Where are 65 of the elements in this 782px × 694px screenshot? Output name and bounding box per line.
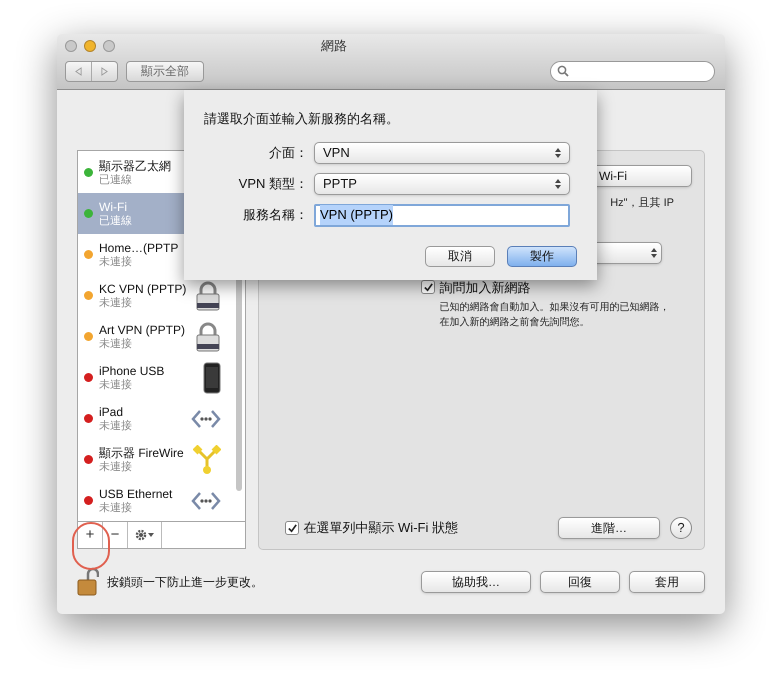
arrows-icon — [191, 408, 222, 428]
footer-button[interactable]: 回復 — [540, 571, 620, 593]
updown-icon — [555, 148, 561, 158]
zoom-button[interactable] — [103, 40, 115, 52]
service-status: 未連接 — [99, 336, 133, 350]
service-name: KC VPN (PPTP) — [99, 282, 188, 296]
ask-join-description: 已知的網路會自動加入。如果沒有可用的已知網路，在加入新的網路之前會先詢問您。 — [439, 300, 670, 330]
padlock-icon — [77, 567, 99, 597]
service-item[interactable]: KC VPN (PPTP) 未連接 — [78, 275, 246, 316]
service-name: iPad — [99, 404, 124, 418]
add-button[interactable]: + — [78, 522, 103, 548]
popup-select[interactable]: PPTP — [314, 172, 570, 194]
search-icon — [557, 65, 569, 77]
service-item[interactable]: Art VPN (PPTP) 未連接 — [78, 316, 246, 357]
close-button[interactable] — [65, 40, 77, 52]
footer-button[interactable]: 協助我… — [421, 571, 531, 593]
show-in-menu-label: 在選單列中顯示 Wi-Fi 狀態 — [303, 519, 458, 538]
service-item[interactable]: 顯示器 FireWire 未連接 — [78, 439, 246, 480]
popup-select[interactable]: VPN — [314, 142, 570, 164]
service-item[interactable]: USB Ethernet 未連接 — [78, 480, 246, 521]
search-field[interactable] — [550, 60, 715, 82]
service-name-field[interactable]: VPN (PPTP) — [314, 204, 570, 226]
service-status: 未連接 — [99, 254, 133, 268]
minimize-button[interactable] — [84, 40, 96, 52]
sheet-button[interactable]: 製作 — [507, 246, 577, 266]
lock-hint-text: 按鎖頭一下防止進一步更改。 — [107, 574, 263, 591]
sheet-button[interactable]: 取消 — [425, 246, 495, 266]
service-status: 未連接 — [99, 460, 133, 474]
service-name: Art VPN (PPTP) — [99, 322, 186, 336]
checkbox[interactable] — [285, 521, 300, 535]
lock-icon — [195, 322, 222, 352]
field-label: 介面： — [268, 144, 309, 162]
field-label: VPN 類型： — [238, 174, 309, 193]
service-name: Wi-Fi — [99, 200, 128, 214]
service-name: USB Ethernet — [99, 486, 174, 500]
service-status: 未連接 — [99, 500, 133, 514]
remove-button[interactable]: − — [103, 522, 128, 548]
service-name: iPhone USB — [99, 364, 166, 378]
sheet-prompt: 請選取介面並輸入新服務的名稱。 — [204, 110, 400, 128]
service-name: 顯示器 FireWire — [99, 446, 185, 460]
service-status: 未連接 — [99, 378, 133, 392]
service-name: Home…(PPTP — [99, 240, 180, 254]
footer-button[interactable]: 套用 — [629, 571, 705, 593]
updown-icon — [555, 178, 561, 188]
service-item[interactable]: iPhone USB 未連接 — [78, 357, 246, 398]
service-status: 未連接 — [99, 296, 133, 310]
checkbox[interactable] — [421, 280, 436, 294]
help-button[interactable]: ? — [670, 517, 692, 539]
service-status: 已連線 — [99, 172, 133, 186]
service-item[interactable]: iPad 未連接 — [78, 398, 246, 439]
service-name: 顯示器乙太網 — [99, 158, 172, 172]
ask-join-label: 詢問加入新網路 — [439, 278, 530, 296]
gear-icon — [134, 529, 154, 541]
show-all-button[interactable]: 顯示全部 — [126, 60, 204, 82]
status-text-fragment: Hz"，且其 IP — [610, 196, 674, 211]
lock-icon — [195, 280, 222, 310]
phone-icon — [203, 362, 222, 394]
service-status: 未連接 — [99, 418, 133, 432]
updown-icon — [651, 248, 657, 258]
back-forward-control[interactable] — [65, 60, 118, 82]
service-status: 已連線 — [99, 214, 133, 228]
advanced-button[interactable]: 進階… — [558, 517, 660, 539]
window-title: 網路 — [321, 37, 347, 56]
arrows-icon — [191, 490, 222, 510]
firewire-icon — [193, 444, 222, 474]
